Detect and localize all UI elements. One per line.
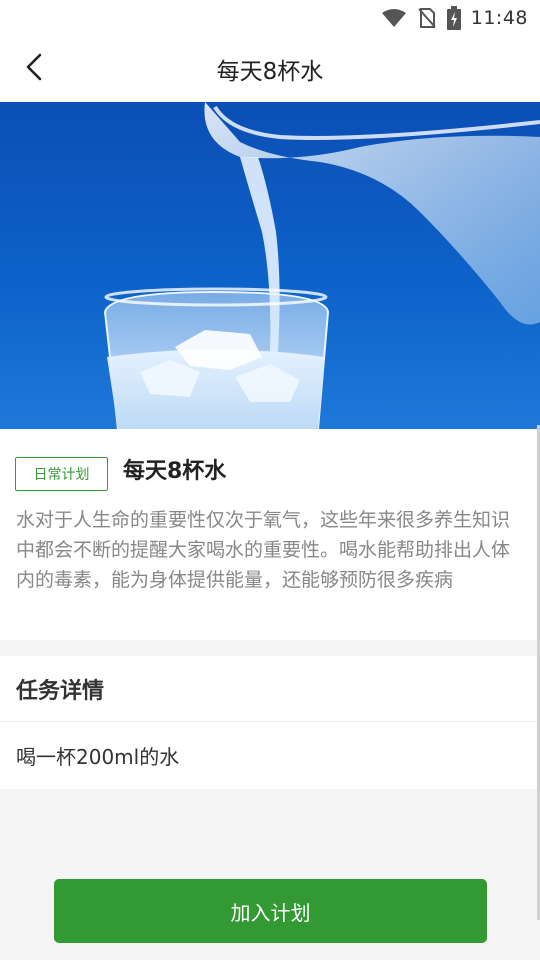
back-button[interactable]: [14, 49, 54, 89]
back-arrow-icon: [24, 52, 44, 86]
hero-image: [0, 102, 540, 429]
battery-charging-icon: [446, 6, 461, 30]
plan-description: 水对于人生命的重要性仅次于氧气，这些年来很多养生知识中都会不断的提醒大家喝水的重…: [16, 509, 511, 591]
task-detail-text: 喝一杯200ml的水: [16, 744, 180, 769]
wifi-icon: [381, 8, 407, 28]
join-plan-button[interactable]: 加入计划: [54, 879, 487, 943]
app-bar: 每天8杯水: [0, 36, 540, 102]
task-details-heading: 任务详情: [0, 656, 540, 722]
plan-card: 日常计划 每天8杯水 水对于人生命的重要性仅次于氧气，这些年来很多养生知识中都会…: [0, 429, 540, 640]
status-time: 11:48: [470, 7, 528, 29]
page-title: 每天8杯水: [216, 59, 324, 85]
status-bar: 11:48: [0, 0, 540, 36]
water-pouring-into-glass-image: [103, 102, 540, 429]
task-details-section: 任务详情 喝一杯200ml的水: [0, 656, 540, 789]
plan-category-tag: 日常计划: [15, 457, 108, 491]
plan-title: 每天8杯水: [123, 459, 227, 484]
no-sim-icon: [417, 7, 437, 29]
